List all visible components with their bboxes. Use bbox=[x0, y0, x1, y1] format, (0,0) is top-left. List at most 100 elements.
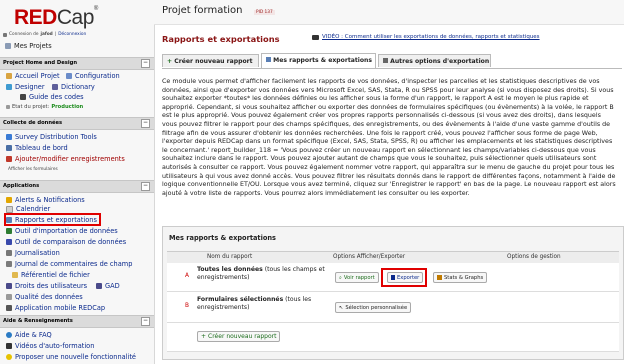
sidebar-item-user-rights[interactable]: Droits des utilisateurs bbox=[6, 282, 87, 290]
section-help[interactable]: Aide & Renseignements − bbox=[0, 315, 154, 328]
group-icon bbox=[96, 283, 102, 289]
logout-link[interactable]: Déconnexion bbox=[58, 32, 86, 37]
col-view-export-options: Options Afficher/Exporter bbox=[333, 254, 406, 260]
tab-my-reports[interactable]: Mes rapports & exportations bbox=[261, 53, 376, 68]
lightbulb-icon bbox=[6, 354, 12, 360]
connected-label: Connexion de bbox=[9, 32, 39, 37]
section-data-collection[interactable]: Collecte de données − bbox=[0, 117, 154, 130]
user-icon bbox=[6, 283, 12, 289]
sidebar-item-logging[interactable]: Journalisation bbox=[6, 249, 60, 257]
show-forms-label: Afficher les formulaires bbox=[8, 167, 58, 172]
sidebar-item-dashboard[interactable]: Tableau de bord bbox=[6, 144, 68, 152]
main-content: Projet formation PID 137 Rapports et exp… bbox=[154, 0, 624, 364]
project-title: Projet formation bbox=[162, 5, 243, 16]
report-letter: B bbox=[185, 303, 189, 309]
tab-bar: + Créer nouveau rapport Mes rapports & e… bbox=[162, 53, 622, 69]
project-header: Projet formation PID 137 bbox=[154, 0, 624, 25]
folder-icon bbox=[12, 272, 18, 278]
page-title: Rapports et exportations bbox=[162, 34, 280, 44]
col-report-name: Nom du rapport bbox=[207, 254, 253, 260]
video-icon bbox=[312, 34, 319, 40]
collapse-icon[interactable]: − bbox=[141, 59, 150, 68]
redcap-logo[interactable]: REDCap® bbox=[14, 6, 98, 30]
sidebar-item-file-repository[interactable]: Référentiel de fichier bbox=[12, 271, 90, 279]
sidebar-item-add-edit-records[interactable]: Ajouter/modifier enregistrements bbox=[6, 155, 125, 163]
col-management-options: Options de gestion bbox=[507, 254, 561, 260]
comment-icon bbox=[6, 261, 12, 267]
report-name: Formulaires sélectionnés (tous les enreg… bbox=[197, 296, 312, 311]
report-icon bbox=[266, 57, 271, 62]
sidebar-item-survey-tools[interactable]: Survey Distribution Tools bbox=[6, 133, 97, 141]
report-letter: A bbox=[185, 273, 189, 279]
sidebar-item-data-import[interactable]: Outil d'importation de données bbox=[6, 227, 118, 235]
module-description: Ce module vous permet d'afficher facilem… bbox=[162, 78, 616, 197]
export-icon bbox=[383, 58, 388, 63]
section-home-design[interactable]: Project Home and Design − bbox=[0, 57, 154, 70]
table-icon bbox=[6, 145, 12, 151]
reports-table: Mes rapports & exportations Nom du rappo… bbox=[162, 226, 624, 360]
checklist-icon bbox=[66, 73, 72, 79]
survey-icon bbox=[6, 134, 12, 140]
project-id-badge: PID 137 bbox=[254, 10, 275, 15]
home-icon bbox=[6, 73, 12, 79]
collapse-icon[interactable]: − bbox=[141, 119, 150, 128]
table-row: A Toutes les données (tous les champs et… bbox=[167, 263, 619, 292]
mobile-icon bbox=[6, 305, 12, 311]
plus-icon: + bbox=[167, 58, 173, 65]
login-info: Connexion de jafod | Déconnexion bbox=[3, 32, 86, 37]
sidebar-item-mobile-app[interactable]: Application mobile REDCap bbox=[6, 304, 105, 312]
stats-graphs-button[interactable]: Stats & Graphs bbox=[433, 272, 488, 283]
sidebar-item-field-comment-log[interactable]: Journal de commentaires de champ bbox=[6, 260, 132, 268]
sidebar-item-dag[interactable]: GAD bbox=[96, 282, 120, 290]
create-report-button[interactable]: + Créer nouveau rapport bbox=[197, 331, 281, 342]
project-status: Etat du projet: Production bbox=[6, 104, 83, 110]
chart-icon bbox=[437, 275, 442, 280]
sidebar-item-alerts[interactable]: Alerts & Notifications bbox=[6, 196, 85, 204]
projects-icon bbox=[5, 43, 11, 49]
sidebar-item-dictionary[interactable]: Dictionary bbox=[52, 83, 95, 91]
calendar-icon bbox=[6, 205, 13, 213]
view-report-button[interactable]: ⌕ Voir rapport bbox=[335, 272, 379, 283]
quality-icon bbox=[6, 294, 12, 300]
video-link[interactable]: VIDÉO : Comment utiliser les exportation… bbox=[312, 34, 540, 40]
sidebar-item-help-faq[interactable]: Aide & FAQ bbox=[6, 331, 52, 339]
import-icon bbox=[6, 228, 12, 234]
sidebar-item-codebook[interactable]: Guide des codes bbox=[20, 93, 84, 101]
report-name: Toutes les données (tous les champs et e… bbox=[197, 266, 325, 281]
sidebar-item-data-quality[interactable]: Qualité des données bbox=[6, 293, 83, 301]
section-applications[interactable]: Applications − bbox=[0, 180, 154, 193]
reports-table-title: Mes rapports & exportations bbox=[169, 234, 276, 242]
highlight-box-reports bbox=[4, 213, 101, 226]
log-icon bbox=[6, 250, 12, 256]
designer-icon bbox=[6, 84, 12, 90]
table-row: B Formulaires sélectionnés (tous les enr… bbox=[167, 292, 619, 323]
tab-other-export-options[interactable]: Autres options d'exportation bbox=[378, 54, 491, 67]
lock-icon bbox=[3, 32, 7, 37]
table-row: + Créer nouveau rapport bbox=[167, 323, 619, 352]
cursor-icon: ↖ bbox=[339, 304, 344, 311]
sidebar-item-suggest-feature[interactable]: Proposer une nouvelle fonctionnalité bbox=[6, 353, 136, 361]
username: jafod bbox=[40, 32, 53, 37]
sidebar-item-designer[interactable]: Designer bbox=[6, 83, 45, 91]
sidebar-item-training-videos[interactable]: Vidéos d'auto-formation bbox=[6, 342, 94, 350]
sidebar-item-calendar[interactable]: Calendrier bbox=[6, 205, 50, 213]
edit-records-icon bbox=[6, 156, 12, 162]
highlight-box-export bbox=[381, 268, 427, 287]
collapse-icon[interactable]: − bbox=[141, 317, 150, 326]
plus-icon: + bbox=[201, 332, 207, 340]
book-icon bbox=[20, 94, 26, 100]
compare-icon bbox=[6, 239, 12, 245]
sidebar-item-configuration[interactable]: Configuration bbox=[66, 72, 120, 80]
my-projects-link[interactable]: Mes Projets bbox=[5, 42, 52, 50]
status-icon bbox=[6, 105, 10, 109]
tab-create-report[interactable]: + Créer nouveau rapport bbox=[162, 54, 259, 67]
sidebar-item-data-comparison[interactable]: Outil de comparaison de données bbox=[6, 238, 126, 246]
video-icon bbox=[6, 343, 12, 349]
collapse-icon[interactable]: − bbox=[141, 182, 150, 191]
custom-selection-button[interactable]: ↖ Sélection personnalisée bbox=[335, 302, 412, 313]
sidebar: REDCap® Connexion de jafod | Déconnexion… bbox=[0, 0, 155, 364]
bell-icon bbox=[6, 197, 12, 203]
separator: | bbox=[54, 32, 57, 37]
dictionary-icon bbox=[52, 84, 58, 90]
sidebar-item-project-home[interactable]: Accueil Projet bbox=[6, 72, 60, 80]
